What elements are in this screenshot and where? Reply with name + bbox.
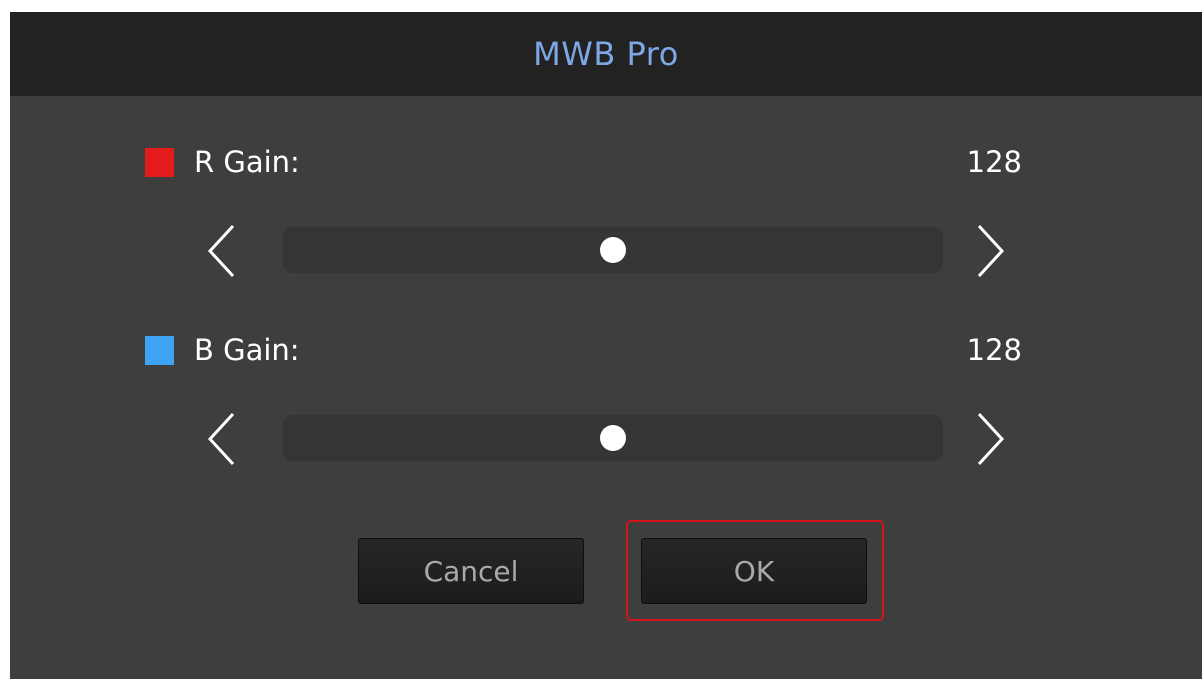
b-gain-increase-button[interactable]	[970, 412, 1010, 466]
cancel-button[interactable]: Cancel	[358, 538, 584, 604]
r-gain-increase-button[interactable]	[970, 224, 1010, 278]
dialog-title: MWB Pro	[533, 35, 679, 73]
chevron-right-icon	[977, 224, 1005, 278]
r-gain-slider[interactable]	[283, 227, 943, 273]
mwb-pro-dialog: MWB Pro R Gain: 128 B Gain: 128 Cancel O…	[10, 12, 1202, 679]
r-gain-decrease-button[interactable]	[202, 224, 242, 278]
r-gain-color-swatch	[145, 147, 174, 177]
r-gain-label-group: R Gain:	[145, 142, 300, 182]
b-gain-label: B Gain:	[194, 333, 300, 367]
r-gain-label: R Gain:	[194, 145, 300, 179]
b-gain-slider-thumb[interactable]	[600, 425, 626, 451]
b-gain-decrease-button[interactable]	[202, 412, 242, 466]
chevron-right-icon	[977, 412, 1005, 466]
r-gain-slider-thumb[interactable]	[600, 237, 626, 263]
b-gain-label-group: B Gain:	[145, 330, 300, 370]
dialog-titlebar: MWB Pro	[10, 12, 1202, 96]
ok-button[interactable]: OK	[641, 538, 867, 604]
b-gain-color-swatch	[145, 335, 174, 365]
chevron-left-icon	[207, 224, 235, 278]
b-gain-value: 128	[966, 333, 1022, 367]
b-gain-slider[interactable]	[283, 415, 943, 461]
r-gain-value: 128	[966, 145, 1022, 179]
chevron-left-icon	[207, 412, 235, 466]
